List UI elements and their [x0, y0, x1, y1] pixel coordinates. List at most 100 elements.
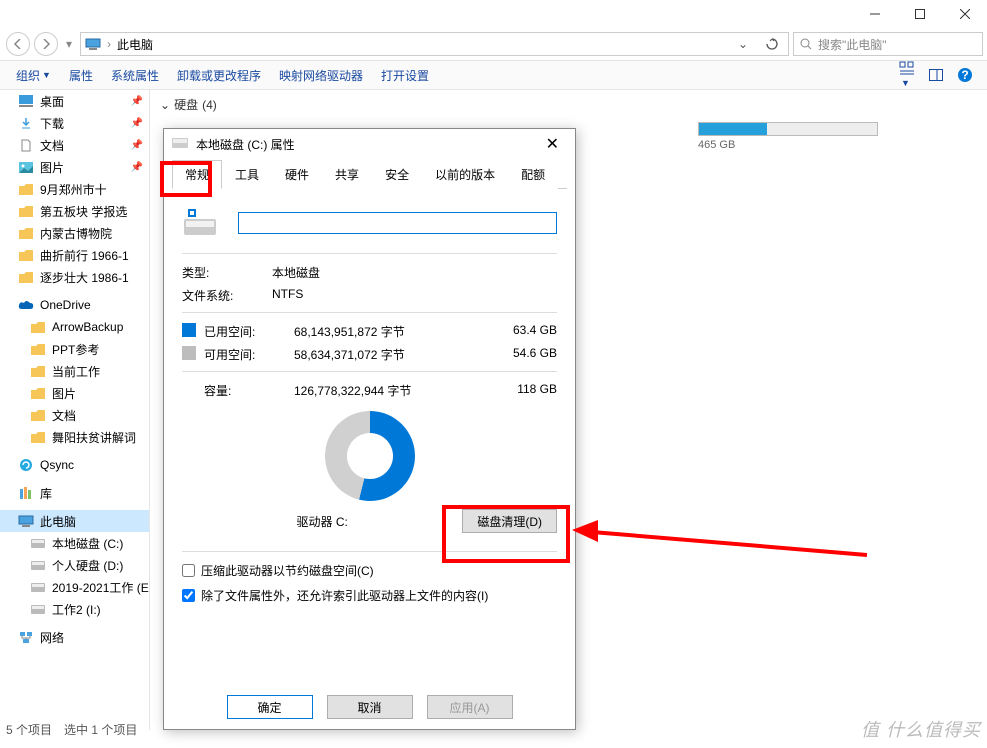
tab-hardware[interactable]: 硬件: [272, 160, 322, 189]
tab-previous-versions[interactable]: 以前的版本: [422, 160, 508, 189]
type-label: 类型:: [182, 264, 272, 281]
sidebar-item-downloads[interactable]: 下载📌: [0, 112, 149, 134]
section-header-drives[interactable]: ⌄ 硬盘 (4): [160, 96, 977, 113]
help-button[interactable]: ?: [951, 63, 979, 87]
tab-general[interactable]: 常规: [172, 160, 222, 189]
properties-button[interactable]: 属性: [61, 63, 101, 88]
map-network-drive-button[interactable]: 映射网络驱动器: [271, 63, 371, 88]
sidebar-item-desktop[interactable]: 桌面📌: [0, 90, 149, 112]
disk-cleanup-button[interactable]: 磁盘清理(D): [462, 509, 557, 533]
apply-button[interactable]: 应用(A): [427, 695, 513, 719]
folder-icon: [30, 385, 46, 401]
sidebar-item-this-pc[interactable]: 此电脑: [0, 510, 149, 532]
properties-dialog: 本地磁盘 (C:) 属性 ✕ 常规 工具 硬件 共享 安全 以前的版本 配额 类…: [163, 128, 576, 730]
address-bar-row: ▾ › 此电脑 ⌄ 搜索"此电脑": [0, 28, 987, 60]
sidebar-item-qsync[interactable]: Qsync: [0, 454, 149, 476]
sidebar-item-network[interactable]: 网络: [0, 626, 149, 648]
dialog-body: 类型:本地磁盘 文件系统:NTFS 已用空间:68,143,951,872 字节…: [164, 189, 575, 628]
used-color-swatch: [182, 323, 196, 337]
document-icon: [18, 137, 34, 153]
ok-button[interactable]: 确定: [227, 695, 313, 719]
this-pc-icon: [18, 513, 34, 529]
search-box[interactable]: 搜索"此电脑": [793, 32, 983, 56]
free-size: 54.6 GB: [497, 346, 557, 363]
tab-sharing[interactable]: 共享: [322, 160, 372, 189]
index-checkbox[interactable]: [182, 589, 195, 602]
folder-icon: [18, 203, 34, 219]
maximize-button[interactable]: [897, 0, 942, 28]
view-options-button[interactable]: ▼: [893, 57, 921, 93]
folder-icon: [18, 269, 34, 285]
sidebar-item-folder[interactable]: 第五板块 学报选: [0, 200, 149, 222]
desktop-icon: [18, 93, 34, 109]
dialog-close-button[interactable]: ✕: [538, 132, 567, 156]
folder-icon: [30, 319, 46, 335]
free-bytes: 58,634,371,072 字节: [294, 346, 497, 363]
folder-icon: [30, 341, 46, 357]
type-value: 本地磁盘: [272, 264, 557, 281]
picture-icon: [18, 159, 34, 175]
used-size: 63.4 GB: [497, 323, 557, 340]
sidebar-item-folder[interactable]: 文档: [0, 404, 149, 426]
sidebar-item-drive[interactable]: 本地磁盘 (C:): [0, 532, 149, 554]
watermark: 值 什么值得买: [861, 716, 981, 742]
tab-security[interactable]: 安全: [372, 160, 422, 189]
folder-icon: [18, 247, 34, 263]
drive-size-text: 465 GB: [698, 139, 878, 151]
dialog-titlebar: 本地磁盘 (C:) 属性 ✕: [164, 129, 575, 159]
sidebar-item-drive[interactable]: 2019-2021工作 (E: [0, 576, 149, 598]
sidebar-item-onedrive[interactable]: OneDrive: [0, 294, 149, 316]
sidebar-item-documents[interactable]: 文档📌: [0, 134, 149, 156]
sidebar-item-drive[interactable]: 工作2 (I:): [0, 598, 149, 620]
drive-name-input[interactable]: [238, 212, 557, 234]
folder-icon: [30, 363, 46, 379]
sidebar-item-folder[interactable]: 内蒙古博物院: [0, 222, 149, 244]
sidebar-item-libraries[interactable]: 库: [0, 482, 149, 504]
close-button[interactable]: [942, 0, 987, 28]
sidebar-item-folder[interactable]: PPT参考: [0, 338, 149, 360]
section-count: (4): [202, 98, 217, 112]
drive-icon: [30, 557, 46, 573]
drive-item-partial[interactable]: 465 GB: [698, 119, 958, 151]
open-settings-button[interactable]: 打开设置: [373, 63, 437, 88]
search-icon: [800, 38, 812, 50]
dialog-title: 本地磁盘 (C:) 属性: [196, 136, 295, 153]
refresh-button[interactable]: [760, 38, 784, 50]
organize-menu[interactable]: 组织▼: [8, 63, 59, 88]
drive-icon: [30, 579, 46, 595]
tab-tools[interactable]: 工具: [222, 160, 272, 189]
sidebar-item-folder[interactable]: ArrowBackup: [0, 316, 149, 338]
uninstall-programs-button[interactable]: 卸载或更改程序: [169, 63, 269, 88]
folder-icon: [30, 407, 46, 423]
address-bar[interactable]: › 此电脑 ⌄: [80, 32, 789, 56]
used-bytes: 68,143,951,872 字节: [294, 323, 497, 340]
library-icon: [18, 485, 34, 501]
capacity-label: 容量:: [204, 382, 294, 399]
system-properties-button[interactable]: 系统属性: [103, 63, 167, 88]
compress-checkbox[interactable]: [182, 564, 195, 577]
sidebar-item-drive[interactable]: 个人硬盘 (D:): [0, 554, 149, 576]
index-label: 除了文件属性外，还允许索引此驱动器上文件的内容(I): [201, 587, 488, 604]
preview-pane-button[interactable]: [923, 65, 949, 85]
forward-button[interactable]: [34, 32, 58, 56]
dialog-footer: 确定 取消 应用(A): [164, 695, 575, 719]
back-button[interactable]: [6, 32, 30, 56]
path-separator-icon: ›: [107, 37, 111, 51]
minimize-button[interactable]: [852, 0, 897, 28]
section-title: 硬盘: [174, 96, 198, 113]
svg-text:?: ?: [961, 68, 968, 82]
sidebar-item-folder[interactable]: 图片: [0, 382, 149, 404]
sidebar-item-folder[interactable]: 逐步壮大 1986-1: [0, 266, 149, 288]
network-icon: [18, 629, 34, 645]
drive-letter-label: 驱动器 C:: [182, 513, 462, 530]
sidebar-item-folder[interactable]: 当前工作: [0, 360, 149, 382]
cancel-button[interactable]: 取消: [327, 695, 413, 719]
sidebar-item-folder[interactable]: 舞阳扶贫讲解词: [0, 426, 149, 448]
sidebar-item-pictures[interactable]: 图片📌: [0, 156, 149, 178]
filesystem-value: NTFS: [272, 287, 557, 304]
recent-locations-button[interactable]: ▾: [62, 37, 76, 51]
sidebar-item-folder[interactable]: 曲折前行 1966-1: [0, 244, 149, 266]
tab-quota[interactable]: 配额: [508, 160, 558, 189]
address-dropdown-button[interactable]: ⌄: [732, 37, 754, 51]
sidebar-item-folder[interactable]: 9月郑州市十: [0, 178, 149, 200]
